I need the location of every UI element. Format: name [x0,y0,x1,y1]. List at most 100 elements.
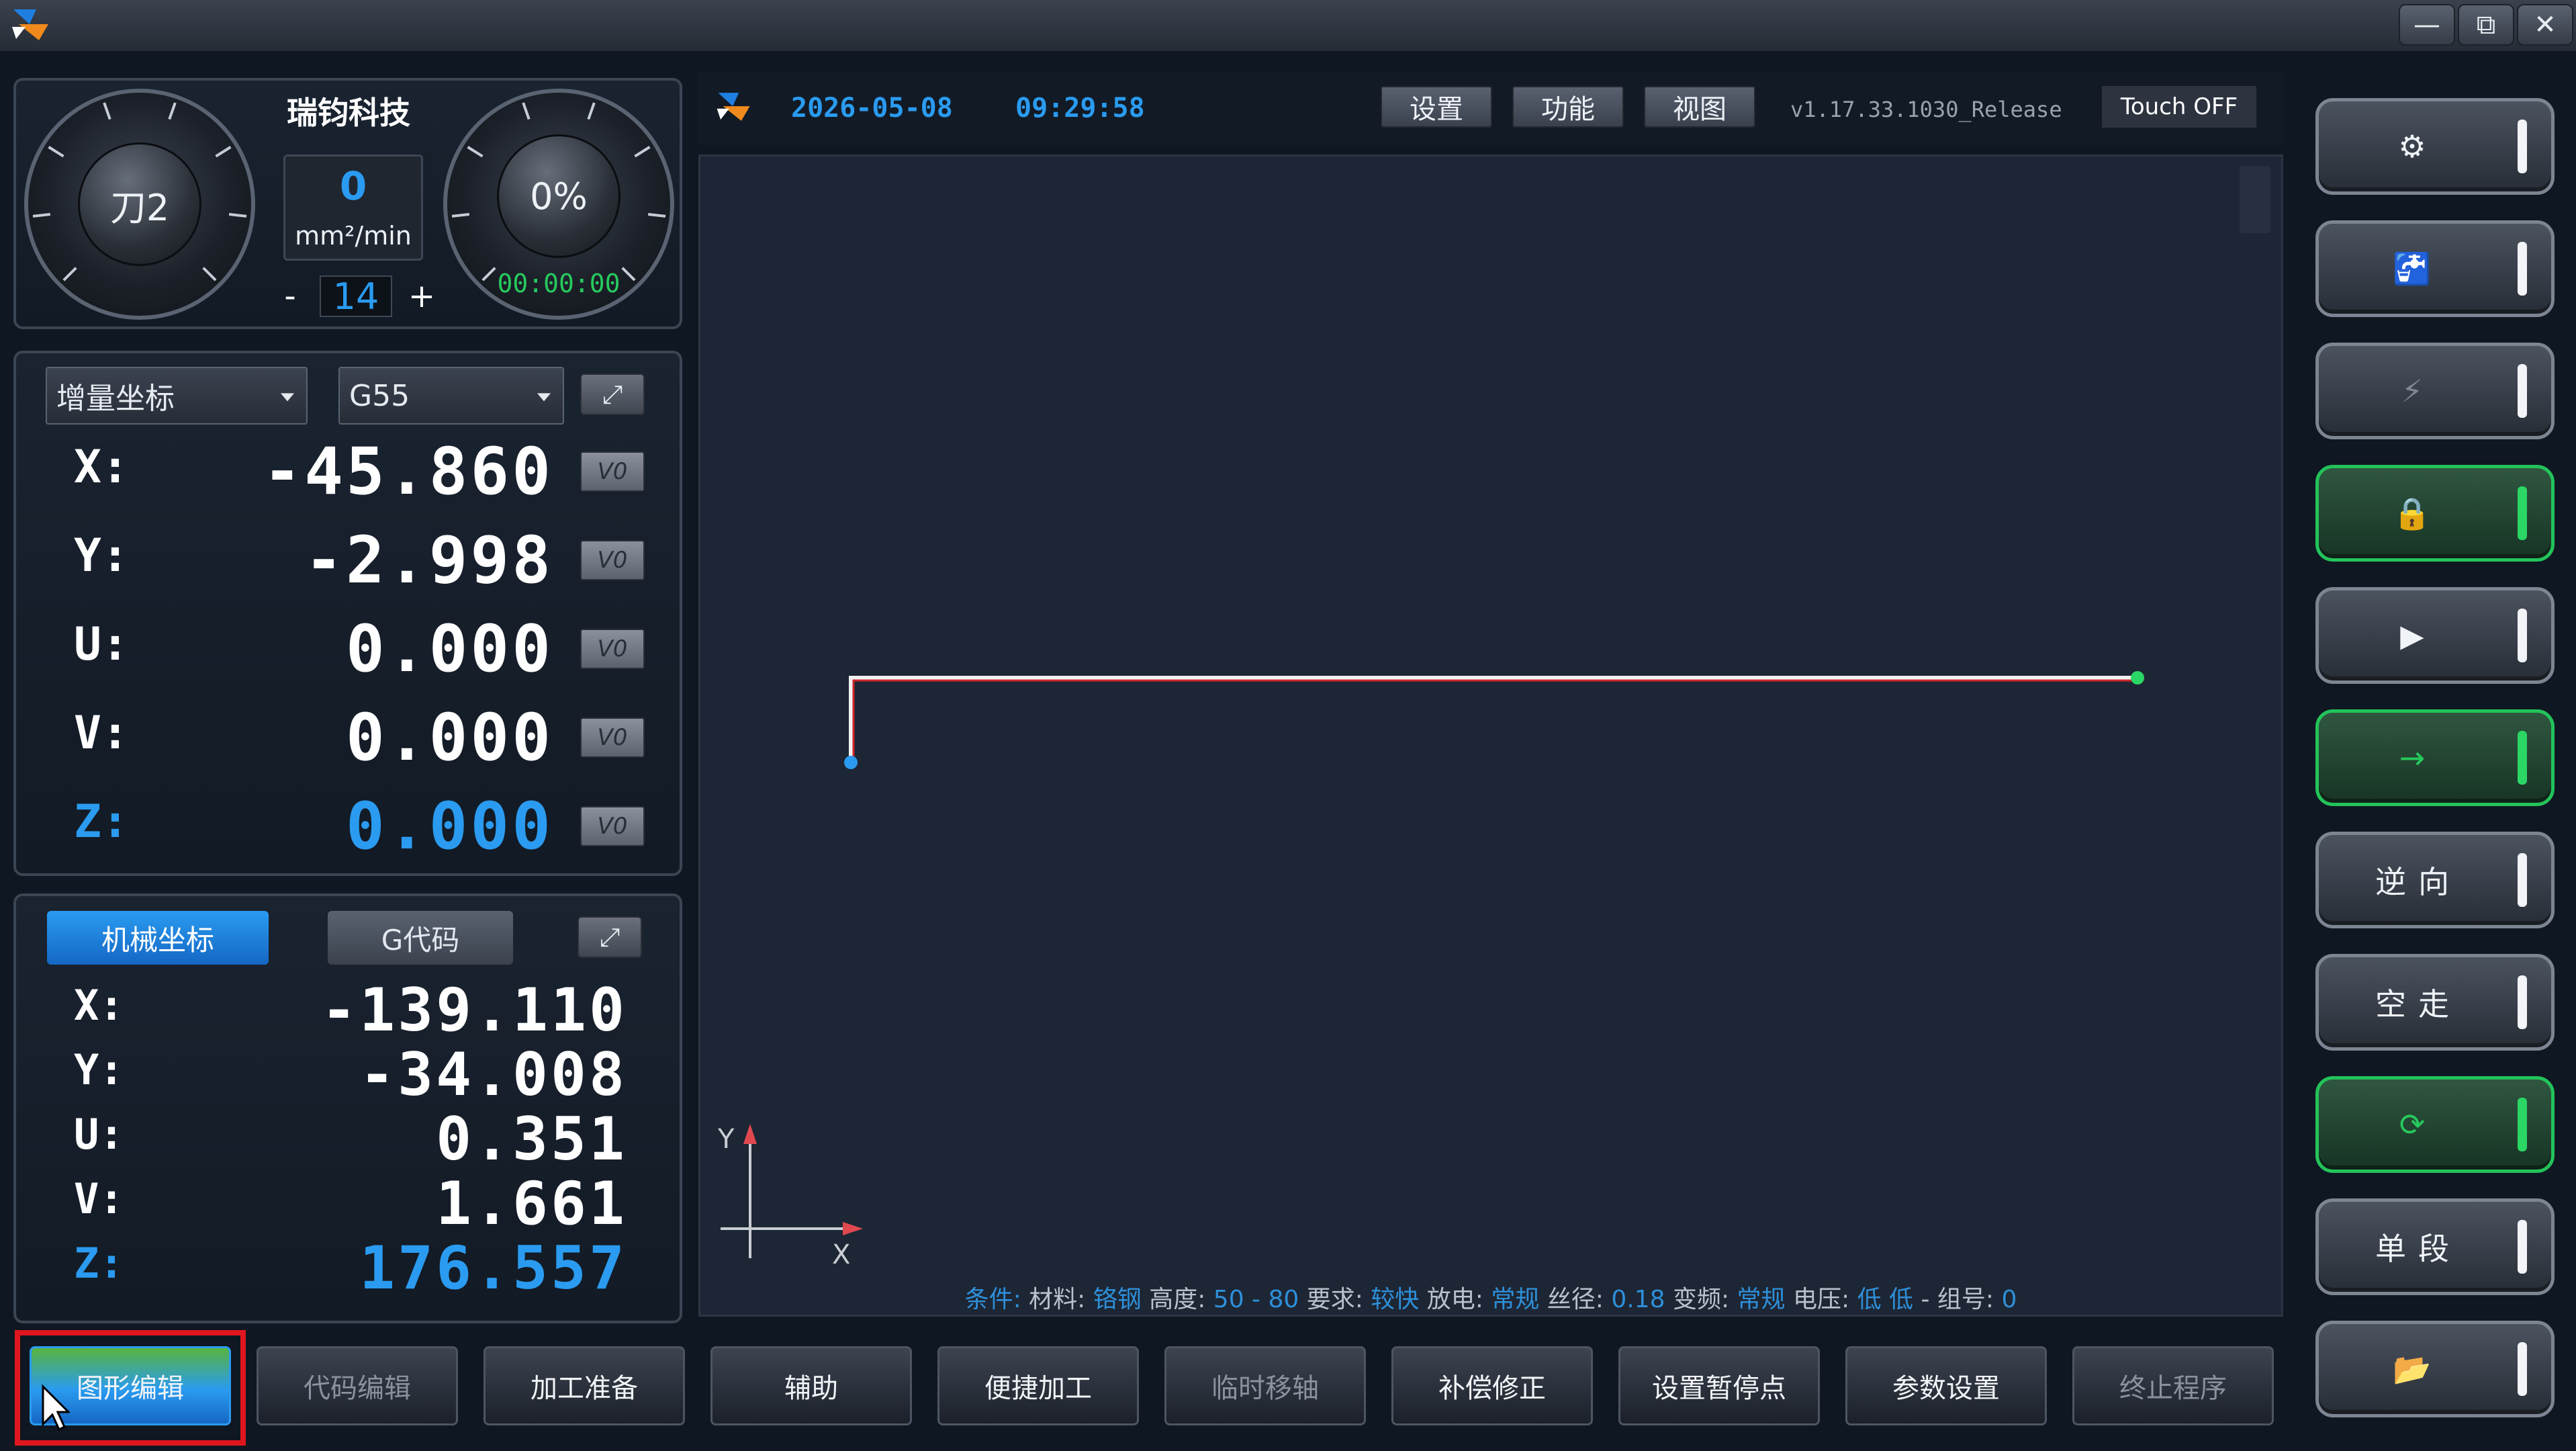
zero-x-button[interactable]: V0 [580,451,645,492]
status-seg: 电压: [1785,1286,1850,1313]
tab-gcode[interactable]: G代码 [328,911,513,965]
workpiece-value: G55 [349,378,410,413]
status-panel: 刀2 瑞钧科技 0 mm²/min - 14 + 0% 00:00:00 [13,78,682,329]
app-logo-icon [717,93,750,121]
title-bar: — ⧉ ✕ [0,0,2576,51]
path-start-point [844,756,858,769]
feed-dial: 0% 00:00:00 [443,89,674,320]
inc-value-u: 0.000 [346,611,553,687]
dial-tick [634,146,651,158]
dial-tick [62,267,77,281]
coord-mode-dropdown[interactable]: 增量坐标 [46,367,308,425]
function-button[interactable]: 功能 [1512,86,1624,128]
forward-arrow-icon: → [2399,740,2438,776]
inc-value-x: -45.860 [263,434,553,509]
dial-tick [202,267,217,281]
state-indicator [2518,731,2527,785]
status-seg: 0.18 [1603,1286,1665,1313]
zero-u-button[interactable]: V0 [580,629,645,669]
prep-button[interactable]: 加工准备 [484,1346,685,1425]
cutting-conditions: 条件: 材料: 铬钢 高度: 50 - 80 要求: 较快 放电: 常规 丝径:… [700,1280,2281,1315]
close-button[interactable]: ✕ [2517,4,2573,46]
zero-y-button[interactable]: V0 [580,540,645,580]
stepper-minus-button[interactable]: - [270,275,310,317]
dial-tick [522,102,531,120]
app-logo-icon [12,9,48,40]
axis-label-x: X: [74,441,129,494]
brand-title: 瑞钧科技 [287,95,410,131]
tab-machine-coords[interactable]: 机械坐标 [47,911,269,965]
axis-label-z: Z: [74,795,129,848]
restore-button[interactable]: ⧉ [2458,4,2514,46]
tool-dial: 刀2 [24,89,255,320]
status-seg: 放电: [1419,1286,1483,1313]
dry-run-button[interactable]: 空走 [2315,954,2555,1051]
expand-icon[interactable]: ⤢ [578,916,642,958]
forward-button[interactable]: → [2315,709,2555,806]
toolpath-canvas [721,671,2144,1258]
expand-icon[interactable]: ⤢ [580,373,645,415]
feed-dial-knob[interactable]: 0% [497,134,620,258]
axis-x-label: X [832,1239,851,1270]
tool-dial-knob[interactable]: 刀2 [78,142,201,266]
axis-label-y: Y: [74,529,129,582]
stepper-value[interactable]: 14 [320,275,392,317]
lightning-icon: ⚡ [2401,373,2436,409]
state-indicator [2518,853,2527,907]
status-seg: 较快 [1363,1286,1420,1313]
play-button[interactable]: ▶ [2315,587,2555,684]
open-file-button[interactable]: 📂 [2315,1321,2555,1417]
stop-program-button[interactable]: 终止程序 [2072,1346,2274,1425]
reverse-label: 逆向 [2375,864,2461,900]
touch-toggle-button[interactable]: Touch OFF [2102,86,2256,128]
code-edit-button[interactable]: 代码编辑 [257,1346,458,1425]
settings-button[interactable]: 设置 [1381,86,1492,128]
reverse-button[interactable]: 逆向 [2315,832,2555,928]
toolpath [849,676,2137,762]
dial-tick [228,213,247,218]
status-seg: 常规 [1729,1286,1786,1313]
view-button[interactable]: 视图 [1644,86,1755,128]
high-voltage-button[interactable]: ⚡ [2315,343,2555,439]
header-date: 2026-05-08 [791,93,953,124]
zero-v-button[interactable]: V0 [580,717,645,758]
machine-panel: 机械坐标 G代码 ⤢ X: -139.110 Y: -34.008 U: 0.3… [13,893,682,1323]
speed-readout: 0 mm²/min [283,155,423,261]
set-pause-point-button[interactable]: 设置暂停点 [1618,1346,1820,1425]
dial-tick [647,213,666,218]
water-tap-icon: 🚰 [2393,250,2444,287]
version-label: v1.17.33.1030_Release [1790,97,2062,122]
coord-mode-value: 增量坐标 [56,382,175,416]
x-axis-arrow [843,1222,863,1235]
state-indicator [2518,120,2527,173]
axis-label-u: U: [74,618,129,671]
state-indicator [2518,1098,2527,1151]
status-seg: 材料: [1021,1286,1086,1313]
status-seg: 50 - 80 [1205,1286,1299,1313]
state-indicator [2518,242,2527,296]
dial-tick [587,102,596,120]
zero-z-button[interactable]: V0 [580,806,645,846]
dial-tick [103,102,111,120]
timer: 00:00:00 [497,269,620,298]
continuous-button[interactable]: ⟳ [2315,1076,2555,1173]
dry-run-label: 空走 [2375,986,2461,1022]
lock-icon: 🔒 [2393,494,2444,531]
single-block-button[interactable]: 单段 [2315,1198,2555,1295]
auxiliary-button[interactable]: 辅助 [710,1346,912,1425]
wire-button[interactable]: ⚙ [2315,98,2555,195]
state-indicator [2518,1342,2527,1396]
parameter-settings-button[interactable]: 参数设置 [1845,1346,2047,1425]
dial-tick [48,146,64,158]
header-time: 09:29:58 [1015,93,1145,124]
workpiece-dropdown[interactable]: G55 [338,367,564,425]
quick-machining-button[interactable]: 便捷加工 [937,1346,1139,1425]
minimize-button[interactable]: — [2399,4,2455,46]
temp-move-axis-button[interactable]: 临时移轴 [1164,1346,1366,1425]
water-button[interactable]: 🚰 [2315,220,2555,317]
compensation-button[interactable]: 补偿修正 [1391,1346,1593,1425]
graphic-viewport[interactable]: Y X 条件: 材料: 铬钢 高度: 50 - 80 要求: 较快 放电: 常规… [698,155,2283,1317]
stepper-plus-button[interactable]: + [402,275,442,317]
lock-button[interactable]: 🔒 [2315,465,2555,562]
mach-value-y: -34.008 [359,1040,627,1109]
